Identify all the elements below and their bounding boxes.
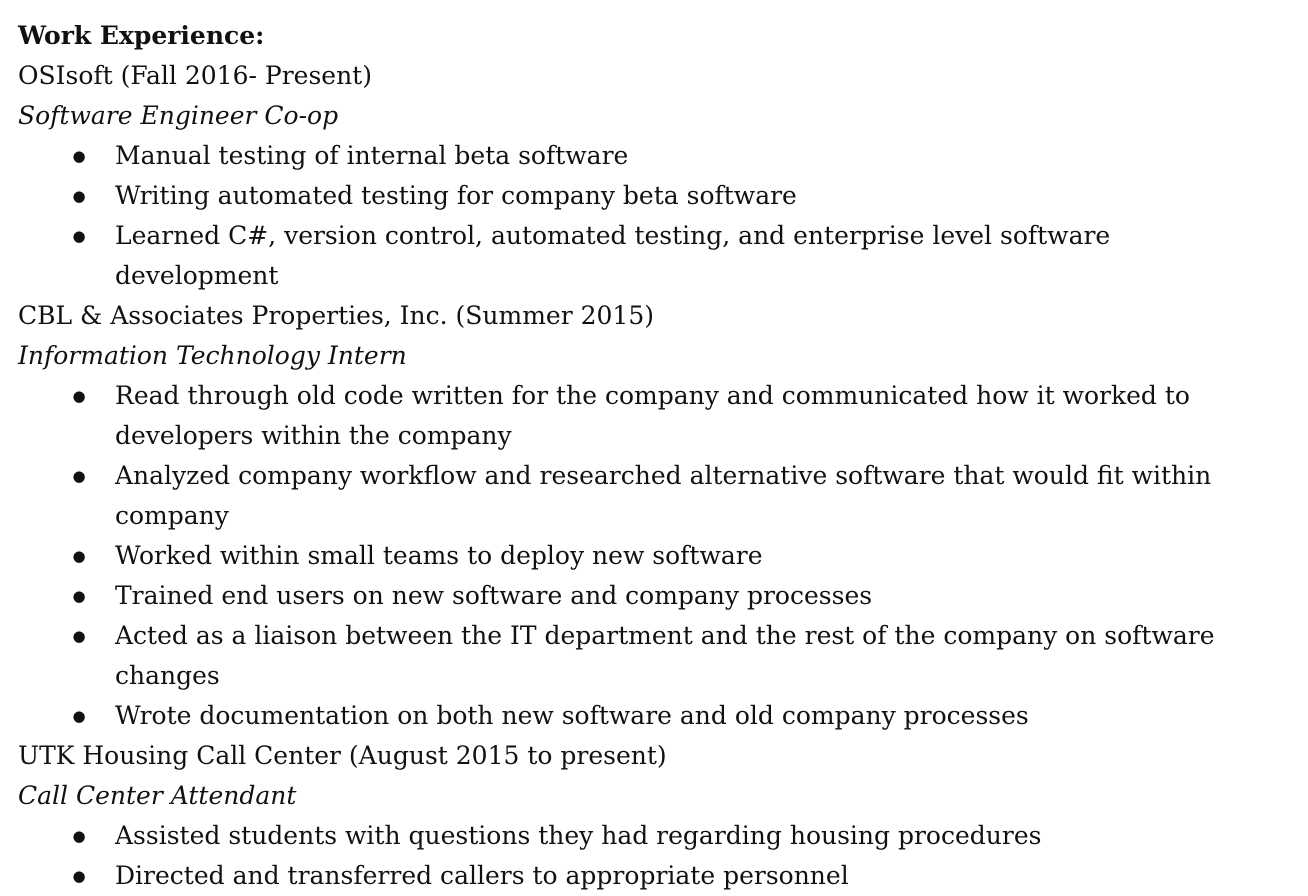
bullet-text: Worked within small teams to deploy new … (115, 541, 763, 570)
job-company: CBL & Associates Properties, Inc. (Summe… (18, 301, 654, 330)
bullet-item: ● Read through old code written for the c… (18, 376, 1298, 456)
bullet-text: Wrote documentation on both new software… (115, 701, 1029, 730)
job-entry: OSIsoft (Fall 2016- Present) Software En… (18, 56, 1298, 296)
bullet-item: ● Worked within small teams to deploy new… (18, 536, 1298, 576)
bullet-text: Writing automated testing for company be… (115, 181, 797, 210)
bullet-item: ● Trained end users on new software and c… (18, 576, 1298, 616)
bullet-item: ● Learned C#, version control, automated … (18, 216, 1298, 296)
bullet-icon: ● (72, 587, 86, 605)
bullet-item: ● Assisted students with questions they h… (18, 816, 1298, 856)
bullet-item: ● Writing automated testing for company b… (18, 176, 1298, 216)
bullet-text: Directed and transferred callers to appr… (115, 861, 849, 890)
bullet-text: Trained end users on new software and co… (115, 581, 873, 610)
bullet-text: Manual testing of internal beta software (115, 141, 629, 170)
bullet-icon: ● (72, 827, 86, 845)
job-role: Call Center Attendant (18, 781, 297, 810)
job-role: Software Engineer Co-op (18, 101, 339, 130)
document-body: Work Experience: OSIsoft (Fall 2016- Pre… (18, 16, 1298, 896)
bullet-icon: ● (72, 467, 86, 485)
bullet-item: ● Directed and transferred callers to app… (18, 856, 1298, 896)
bullet-text: Learned C#, version control, automated t… (115, 221, 1111, 290)
bullet-icon: ● (72, 627, 86, 645)
section-heading: Work Experience: (18, 21, 265, 50)
bullet-icon: ● (72, 227, 86, 245)
bullet-icon: ● (72, 867, 86, 885)
bullet-text: Assisted students with questions they ha… (115, 821, 1042, 850)
bullet-text: Acted as a liaison between the IT depart… (115, 621, 1215, 690)
job-bullet-list: ● Manual testing of internal beta softwar… (18, 136, 1298, 296)
bullet-item: ● Acted as a liaison between the IT depar… (18, 616, 1298, 696)
bullet-icon: ● (72, 387, 86, 405)
bullet-text: Read through old code written for the co… (115, 381, 1190, 450)
job-company: OSIsoft (Fall 2016- Present) (18, 61, 372, 90)
job-bullet-list: ● Read through old code written for the c… (18, 376, 1298, 736)
job-bullet-list: ● Assisted students with questions they h… (18, 816, 1298, 896)
job-entry: UTK Housing Call Center (August 2015 to … (18, 736, 1298, 896)
bullet-item: ● Analyzed company workflow and researche… (18, 456, 1298, 536)
bullet-icon: ● (72, 147, 86, 165)
job-role: Information Technology Intern (18, 341, 407, 370)
bullet-item: ● Manual testing of internal beta softwar… (18, 136, 1298, 176)
bullet-icon: ● (72, 547, 86, 565)
bullet-item: ● Wrote documentation on both new softwar… (18, 696, 1298, 736)
bullet-text: Analyzed company workflow and researched… (115, 461, 1212, 530)
job-entry: CBL & Associates Properties, Inc. (Summe… (18, 296, 1298, 736)
job-company: UTK Housing Call Center (August 2015 to … (18, 741, 667, 770)
bullet-icon: ● (72, 707, 86, 725)
bullet-icon: ● (72, 187, 86, 205)
